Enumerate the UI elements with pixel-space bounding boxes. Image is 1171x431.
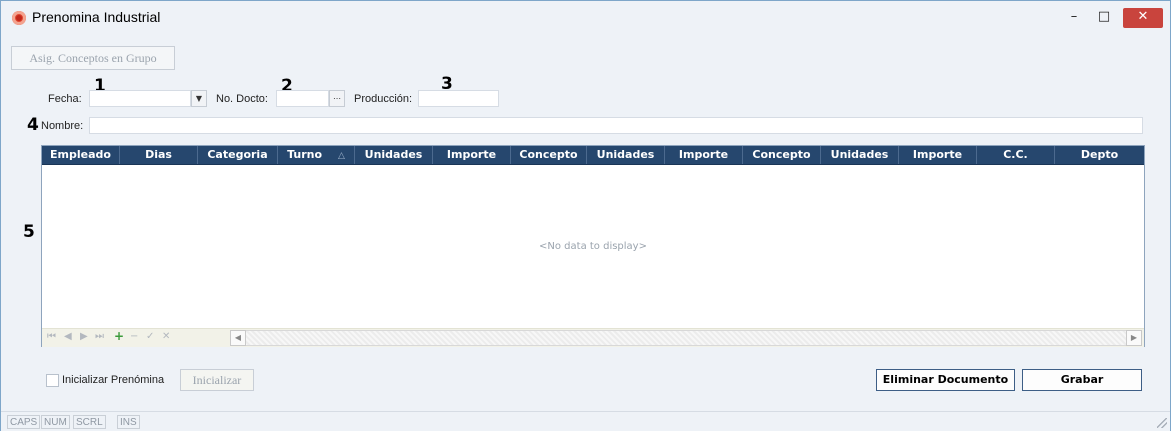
resize-grip-icon[interactable] [1157,418,1167,428]
prev-record-icon[interactable]: ◀ [64,331,72,342]
no-data-message: <No data to display> [539,241,647,252]
col-concepto-1[interactable]: Concepto [511,146,587,164]
status-ins: INS [117,415,140,429]
col-unidades-1[interactable]: Unidades [355,146,433,164]
no-docto-input[interactable] [276,90,329,107]
app-logo-icon [12,11,26,25]
nombre-input[interactable] [89,117,1143,134]
col-importe-1[interactable]: Importe [433,146,511,164]
grid-header: Empleado Dias Categoria Turno △ Unidades … [42,146,1144,165]
delete-record-icon[interactable]: − [130,331,138,342]
status-caps: CAPS [7,415,41,429]
no-docto-label: No. Docto: [216,93,268,105]
col-importe-2[interactable]: Importe [665,146,743,164]
first-record-icon[interactable]: ⏮ [47,331,56,342]
close-button[interactable]: ✕ [1123,8,1163,28]
concepts-grid[interactable]: Empleado Dias Categoria Turno △ Unidades … [41,145,1145,347]
post-record-icon[interactable]: ✓ [146,331,154,342]
asig-conceptos-button[interactable]: Asig. Conceptos en Grupo [11,46,175,70]
cancel-record-icon[interactable]: ✕ [162,331,170,342]
last-record-icon[interactable]: ⏭ [95,331,104,342]
nombre-label: Nombre: [41,120,84,132]
add-record-icon[interactable]: + [114,329,124,343]
fecha-input[interactable] [89,90,191,107]
col-dias[interactable]: Dias [120,146,198,164]
scroll-right-icon[interactable]: ▶ [1126,330,1142,346]
status-bar: CAPS NUM SCRL INS [1,411,1170,431]
col-depto[interactable]: Depto [1055,146,1144,164]
status-num: NUM [41,415,70,429]
title-bar: Prenomina Industrial – □ ✕ [1,1,1170,35]
horizontal-scrollbar[interactable] [230,330,1142,346]
status-scrl: SCRL [73,415,106,429]
maximize-button[interactable]: □ [1089,8,1119,28]
col-importe-3[interactable]: Importe [899,146,977,164]
fecha-dropdown-button[interactable]: ▼ [191,90,207,107]
window-title: Prenomina Industrial [32,9,161,25]
next-record-icon[interactable]: ▶ [80,331,88,342]
col-unidades-2[interactable]: Unidades [587,146,665,164]
col-empleado[interactable]: Empleado [42,146,120,164]
minimize-button[interactable]: – [1059,8,1089,28]
annotation-4: 4 [27,115,39,135]
col-categoria[interactable]: Categoria [198,146,278,164]
no-docto-browse-button[interactable]: ⋯ [329,90,345,107]
grabar-button[interactable]: Grabar [1022,369,1142,391]
grid-navigator: ⏮ ◀ ▶ ⏭ + − ✓ ✕ ◀ ▶ [42,328,1144,347]
col-unidades-3[interactable]: Unidades [821,146,899,164]
sort-ascending-icon: △ [338,151,345,161]
annotation-5: 5 [23,222,35,242]
col-turno[interactable]: Turno △ [278,146,355,164]
scroll-left-icon[interactable]: ◀ [230,330,246,346]
inicializar-button[interactable]: Inicializar [180,369,254,391]
col-concepto-2[interactable]: Concepto [743,146,821,164]
produccion-input[interactable] [418,90,499,107]
col-turno-label: Turno [287,148,323,161]
inicializar-checkbox-label: Inicializar Prenómina [62,374,165,386]
eliminar-documento-button[interactable]: Eliminar Documento [876,369,1015,391]
col-cc[interactable]: C.C. [977,146,1055,164]
fecha-label: Fecha: [48,93,82,105]
main-window: Prenomina Industrial – □ ✕ Asig. Concept… [0,0,1171,431]
inicializar-checkbox[interactable] [46,374,59,387]
produccion-label: Producción: [354,93,413,105]
